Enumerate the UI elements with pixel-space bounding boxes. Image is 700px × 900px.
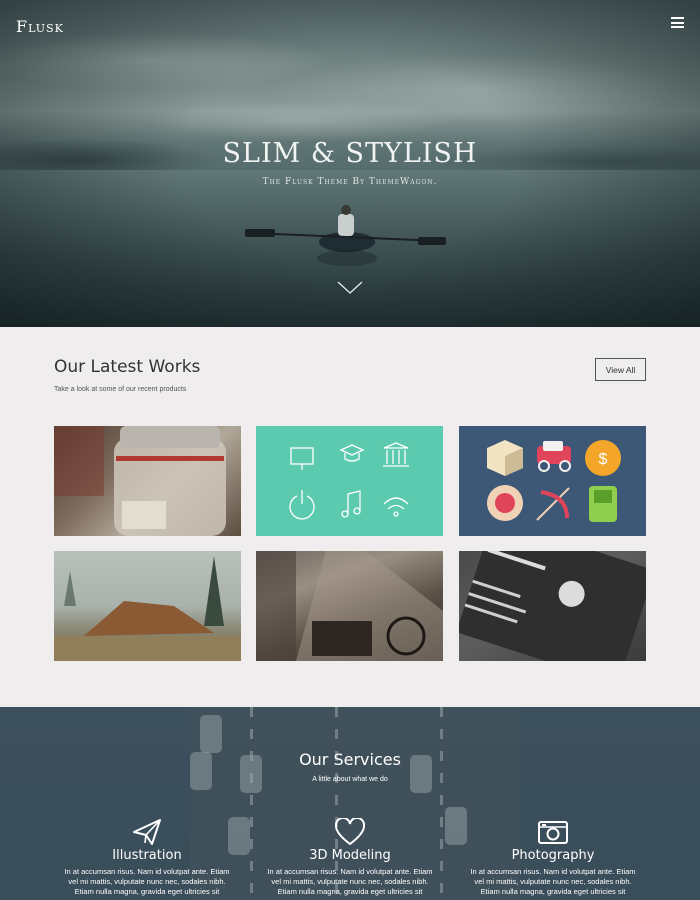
work-tile-street[interactable] xyxy=(256,551,443,661)
work-tile-icons[interactable] xyxy=(256,426,443,536)
hero-banner: Flusk SLIM & STYLISH The Flusk Theme By … xyxy=(0,0,700,327)
forest-logs-photo xyxy=(54,556,241,661)
business-card-photo xyxy=(459,551,646,661)
works-title: Our Latest Works xyxy=(54,357,201,377)
chevron-down-icon[interactable] xyxy=(337,281,363,295)
camera-icon xyxy=(538,821,568,844)
hero-subtitle: The Flusk Theme By ThemeWagon. xyxy=(262,177,438,187)
service-description: In at accumsan risus. Nam id volutpat an… xyxy=(64,867,230,896)
lane-marking xyxy=(250,707,253,900)
street-bicycle-photo xyxy=(256,551,443,661)
service-title: Illustration xyxy=(112,848,182,863)
flat-icons-artwork: $ xyxy=(487,440,621,522)
work-tile-jar[interactable] xyxy=(54,426,241,536)
service-title: 3D Modeling xyxy=(309,848,391,863)
view-all-button[interactable]: View All xyxy=(595,358,646,381)
service-3d-modeling: 3D Modeling In at accumsan risus. Nam id… xyxy=(255,818,445,897)
service-description: In at accumsan risus. Nam id volutpat an… xyxy=(470,867,636,896)
car-shape xyxy=(200,715,222,753)
hamburger-menu-icon[interactable] xyxy=(671,17,684,28)
service-photography: Photography In at accumsan risus. Nam id… xyxy=(458,818,648,897)
jar-photo xyxy=(54,426,226,536)
work-tile-business-card[interactable] xyxy=(459,551,646,661)
hero-title: SLIM & STYLISH xyxy=(222,138,478,169)
services-subtitle: A little about what we do xyxy=(312,776,388,783)
service-illustration: Illustration In at accumsan risus. Nam i… xyxy=(52,818,242,897)
svg-text:$: $ xyxy=(599,451,608,468)
work-tile-logs[interactable] xyxy=(54,551,241,661)
service-description: In at accumsan risus. Nam id volutpat an… xyxy=(267,867,433,896)
heart-icon xyxy=(334,818,366,846)
site-logo[interactable]: Flusk xyxy=(16,17,64,36)
paper-plane-icon xyxy=(133,819,161,845)
works-subtitle: Take a look at some of our recent produc… xyxy=(54,386,187,393)
service-title: Photography xyxy=(511,848,595,863)
work-tile-flat-icons[interactable]: $ xyxy=(459,426,646,536)
services-title: Our Services xyxy=(299,750,401,769)
line-icons-artwork xyxy=(289,442,409,520)
